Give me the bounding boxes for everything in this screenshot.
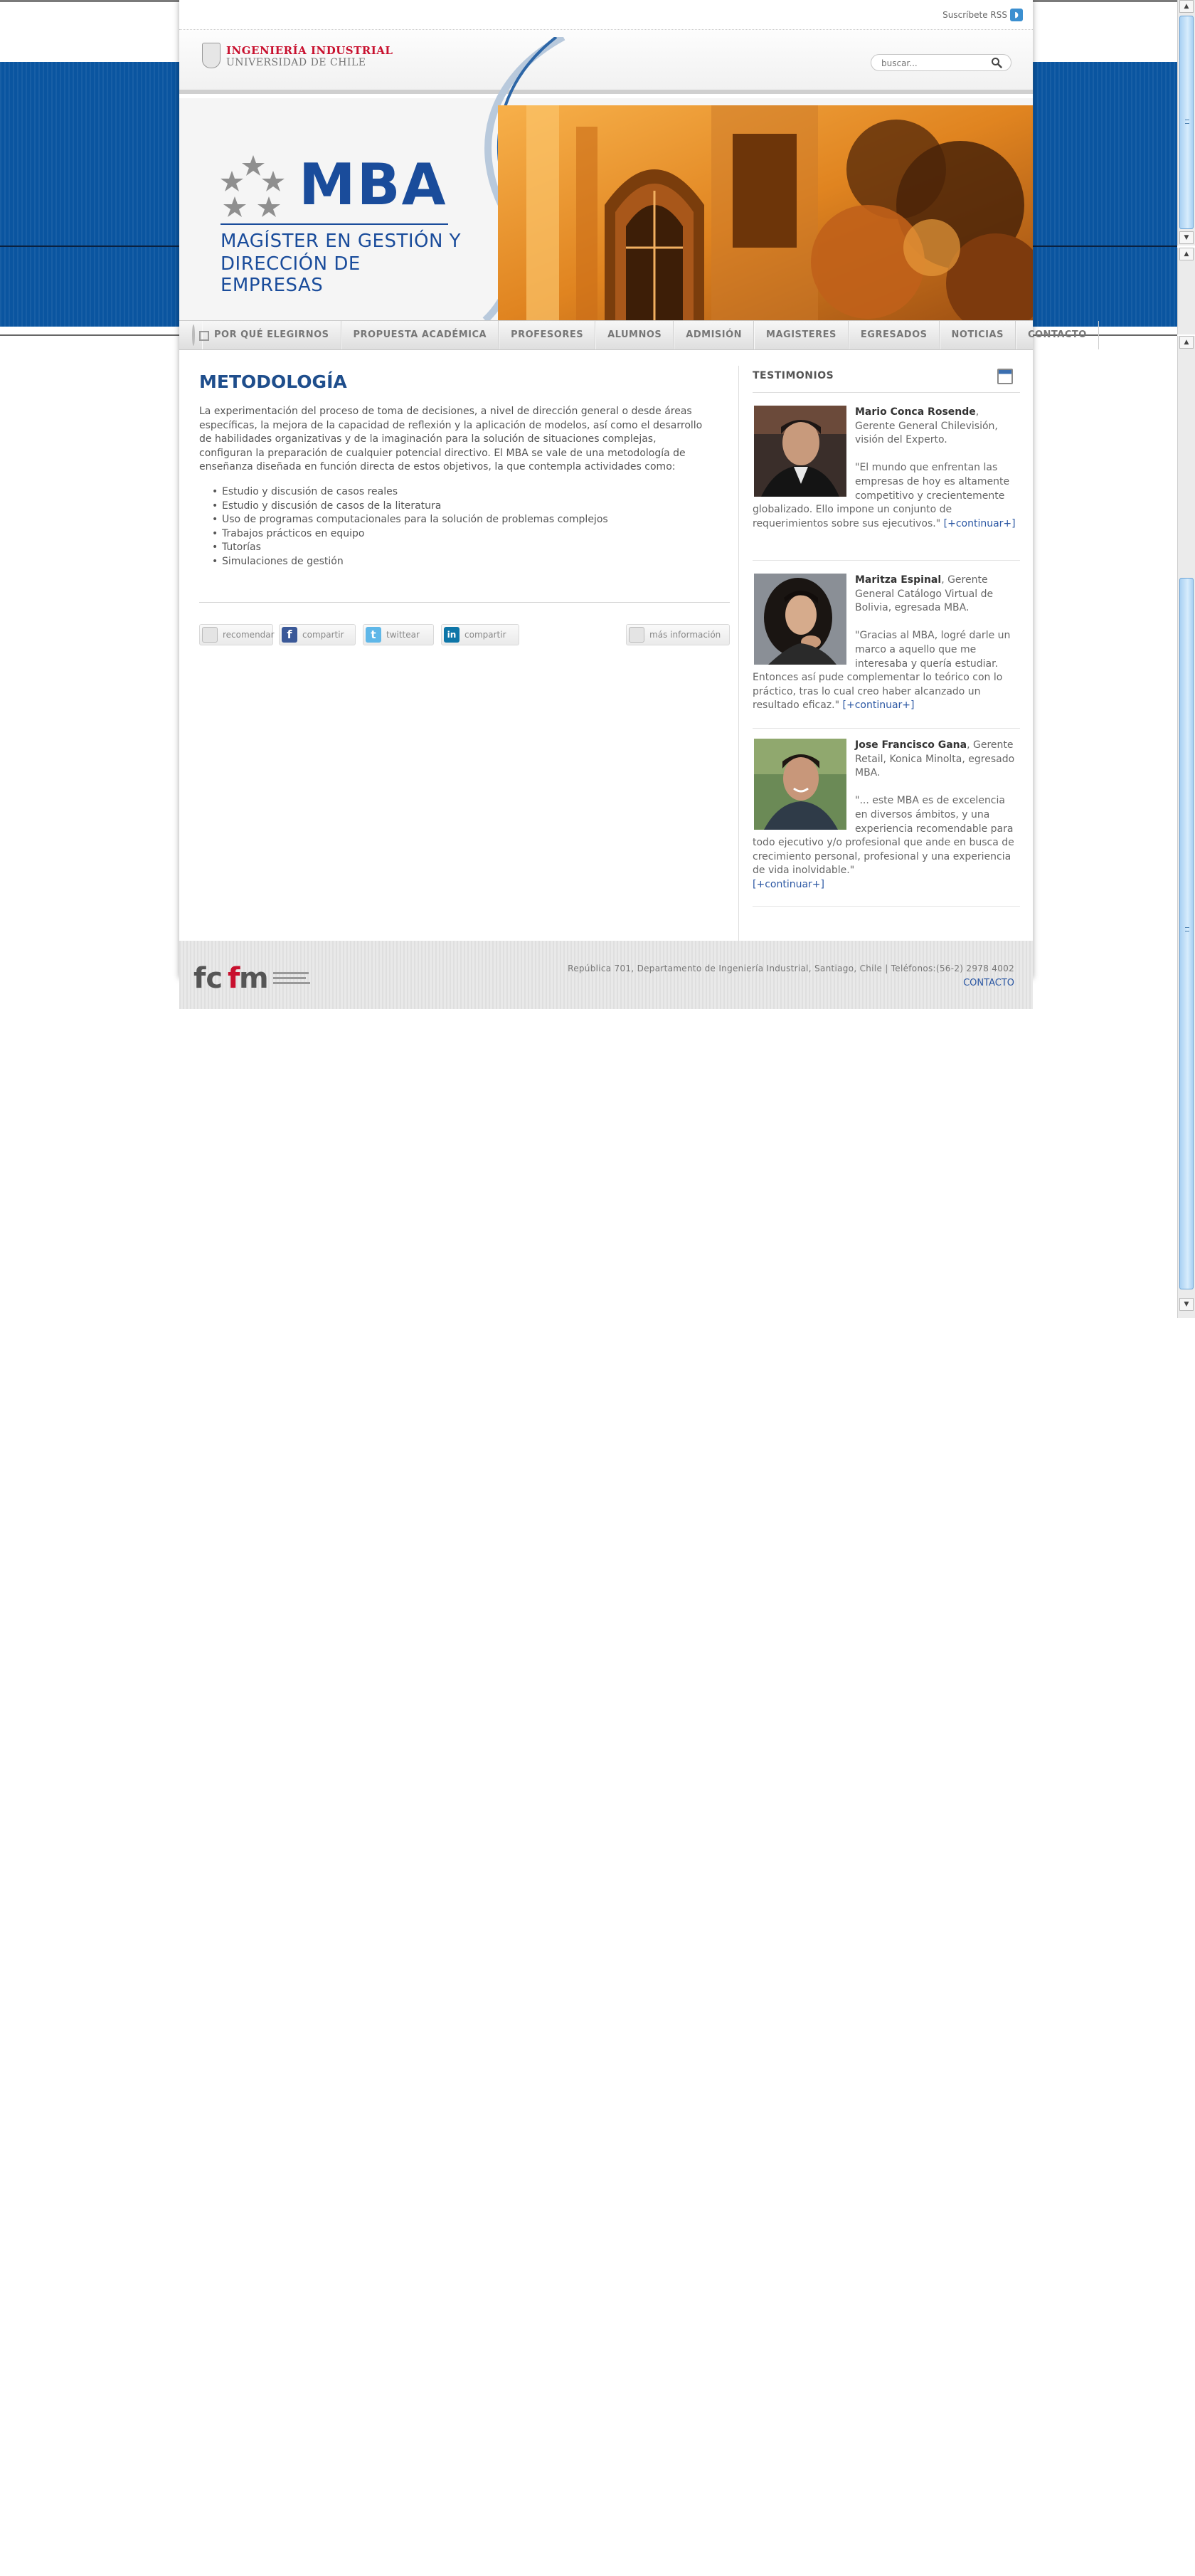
envelope-icon	[202, 627, 218, 643]
page-title: METODOLOGÍA	[199, 371, 347, 392]
testimonial-name: Jose Francisco Gana	[855, 739, 967, 751]
intro-paragraph: La experimentación del proceso de toma d…	[199, 406, 703, 473]
testimonial-card: Mario Conca Rosende, Gerente General Chi…	[753, 406, 1020, 561]
linkedin-share-label: compartir	[464, 630, 506, 640]
search-box	[871, 54, 1011, 71]
list-item: Tutorías	[208, 541, 634, 555]
list-item: Simulaciones de gestión	[208, 555, 634, 569]
twitter-share-label: twittear	[386, 630, 420, 640]
scroll-up-button[interactable]: ▲	[1179, 248, 1194, 260]
list-item: Estudio y discusión de casos reales	[208, 485, 634, 500]
avatar[interactable]	[754, 739, 846, 830]
testimonial-name: Maritza Espinal	[855, 574, 942, 586]
home-icon[interactable]	[192, 324, 209, 346]
footer: fc f m República 701, Departamento de In…	[179, 941, 1033, 1009]
stars-icon	[221, 155, 285, 217]
content-divider	[199, 602, 730, 603]
frame-scrollbar-top[interactable]: ▲ ▼	[1177, 0, 1195, 246]
mba-title: MBA	[299, 152, 447, 218]
window-icon[interactable]	[997, 369, 1013, 384]
facebook-share-label: compartir	[302, 630, 344, 640]
facebook-icon: f	[282, 627, 297, 643]
nav-item-por-que-elegirnos[interactable]: POR QUÉ ELEGIRNOS	[202, 321, 341, 349]
university-crest-icon[interactable]	[202, 43, 221, 68]
building-photo	[498, 105, 1033, 320]
fcfm-logo[interactable]: fc f m	[193, 959, 314, 996]
nav-item-propuesta-academica[interactable]: PROPUESTA ACADÉMICA	[341, 321, 499, 349]
scroll-up-button[interactable]: ▲	[1179, 0, 1194, 13]
linkedin-icon: in	[444, 627, 460, 643]
continue-link[interactable]: [+continuar+]	[944, 518, 1016, 529]
recommend-button[interactable]: recomendar	[199, 624, 275, 645]
mba-subtitle-line2: DIRECCIÓN DE EMPRESAS	[221, 253, 361, 296]
mba-subtitle-line1: MAGÍSTER EN GESTIÓN Y	[221, 231, 462, 252]
mba-rule	[221, 223, 448, 225]
continue-link[interactable]: [+continuar+]	[753, 879, 824, 890]
nav-item-alumnos[interactable]: ALUMNOS	[595, 321, 674, 349]
rss-link[interactable]: Suscríbete RSS	[942, 10, 1007, 20]
nav-item-profesores[interactable]: PROFESORES	[499, 321, 596, 349]
list-item: Uso de programas computacionales para la…	[208, 513, 634, 527]
twitter-icon: t	[366, 627, 381, 643]
search-icon[interactable]	[991, 57, 1002, 68]
utility-bar: Suscríbete RSS ◗	[179, 0, 1033, 30]
logo-subtitle[interactable]: UNIVERSIDAD DE CHILE	[226, 57, 366, 68]
testimonials-header: TESTIMONIOS	[753, 361, 1020, 393]
nav-item-noticias[interactable]: NOTICIAS	[939, 321, 1016, 349]
testimonial-card: Jose Francisco Gana, Gerente Retail, Kon…	[753, 739, 1020, 907]
main-navigation: POR QUÉ ELEGIRNOS PROPUESTA ACADÉMICA PR…	[179, 320, 1099, 350]
list-item: Estudio y discusión de casos de la liter…	[208, 500, 634, 514]
mba-logo[interactable]: MBA MAGÍSTER EN GESTIÓN Y DIRECCIÓN DE E…	[211, 142, 463, 296]
more-info-label: más información	[649, 630, 721, 640]
scrollbar-thumb[interactable]	[1179, 16, 1194, 229]
search-input[interactable]	[881, 57, 987, 69]
recommend-label: recomendar	[223, 630, 275, 640]
list-item: Trabajos prácticos en equipo	[208, 527, 634, 542]
column-separator	[738, 366, 739, 942]
testimonials-title: TESTIMONIOS	[753, 370, 834, 381]
frame-scrollbar-middle[interactable]: ▲	[1177, 248, 1195, 334]
share-toolbar: recomendar f compartir t twittear in com…	[199, 624, 730, 645]
header: INGENIERÍA INDUSTRIAL UNIVERSIDAD DE CHI…	[179, 30, 1033, 94]
footer-address: República 701, Departamento de Ingenierí…	[568, 964, 1014, 973]
activities-list: Estudio y discusión de casos reales Estu…	[208, 485, 634, 569]
scroll-down-button[interactable]: ▼	[1179, 231, 1194, 244]
logo-title[interactable]: INGENIERÍA INDUSTRIAL	[226, 44, 393, 57]
more-info-button[interactable]: más información	[626, 624, 730, 645]
nav-item-contacto[interactable]: CONTACTO	[1015, 321, 1099, 349]
scroll-up-button[interactable]: ▲	[1179, 336, 1194, 349]
svg-text:fc: fc	[193, 962, 223, 995]
frame-scrollbar-main[interactable]: ▲ ▼	[1177, 336, 1195, 1318]
twitter-share-button[interactable]: t twittear	[363, 624, 434, 645]
nav-item-admision[interactable]: ADMISIÓN	[674, 321, 755, 349]
avatar[interactable]	[754, 406, 846, 497]
facebook-share-button[interactable]: f compartir	[279, 624, 356, 645]
page-container: Suscríbete RSS ◗ INGENIERÍA INDUSTRIAL U…	[179, 0, 1099, 1009]
svg-text:m: m	[239, 962, 269, 995]
footer-contact-link[interactable]: CONTACTO	[963, 978, 1014, 988]
nav-item-egresados[interactable]: EGRESADOS	[848, 321, 940, 349]
main-content: METODOLOGÍA La experimentación del proce…	[179, 350, 1033, 942]
envelope-icon	[629, 627, 644, 643]
testimonial-name: Mario Conca Rosende	[855, 406, 976, 418]
avatar[interactable]	[754, 574, 846, 665]
rss-icon[interactable]: ◗	[1010, 9, 1023, 21]
nav-item-magisteres[interactable]: MAGISTERES	[754, 321, 849, 349]
banner: MBA MAGÍSTER EN GESTIÓN Y DIRECCIÓN DE E…	[179, 37, 1033, 320]
scroll-down-button[interactable]: ▼	[1179, 1298, 1194, 1311]
scrollbar-thumb[interactable]	[1179, 578, 1194, 1289]
continue-link[interactable]: [+continuar+]	[843, 700, 915, 711]
linkedin-share-button[interactable]: in compartir	[441, 624, 519, 645]
testimonial-card: Maritza Espinal, Gerente General Catálog…	[753, 574, 1020, 729]
